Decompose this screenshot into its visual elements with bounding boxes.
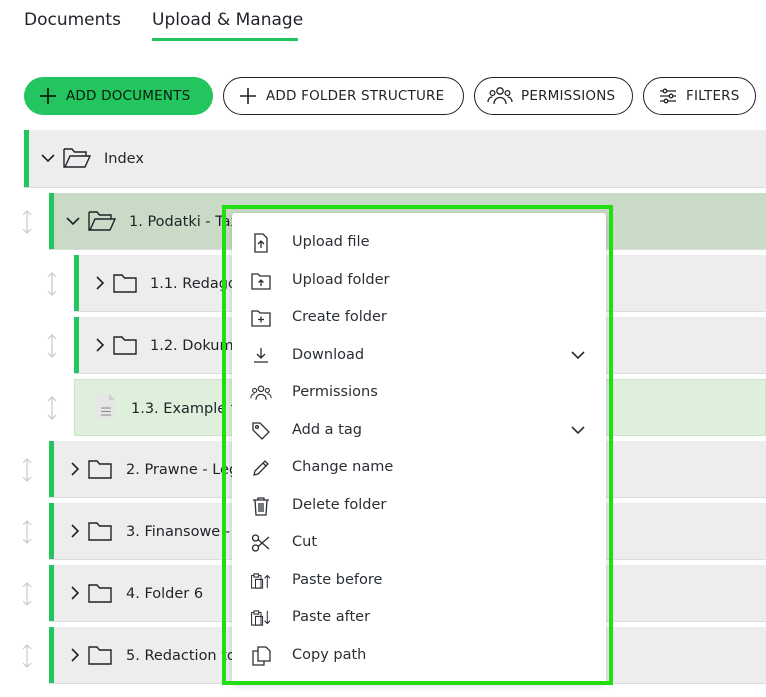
upload-folder-icon [250,270,272,292]
menu-item-delete-folder[interactable]: Delete folder [232,487,606,524]
row-accent-bar [49,627,54,683]
chevron-right-icon[interactable] [92,337,108,353]
menu-item-label: Upload file [292,234,370,250]
menu-item-download[interactable]: Download [232,337,606,374]
drag-handle-icon[interactable] [45,333,59,359]
folder-open-icon [87,209,117,233]
scissors-icon [250,532,272,554]
tree-row-label: 1.1. Redago [150,276,237,292]
row-accent-bar [74,317,79,373]
menu-item-label: Paste after [292,609,371,625]
active-tab-indicator [152,38,298,41]
folder-open-icon [62,146,92,170]
row-accent-bar [49,193,54,249]
tree-row-label: 1.2. Dokume [150,338,243,354]
row-accent-bar [49,503,54,559]
chevron-right-icon[interactable] [67,461,83,477]
chevron-down-icon[interactable] [40,150,56,166]
row-accent-bar [74,255,79,311]
row-accent-bar [49,441,54,497]
chevron-right-icon[interactable] [67,523,83,539]
filters-label: FILTERS [686,88,740,104]
menu-item-label: Delete folder [292,497,387,513]
drag-handle-icon[interactable] [20,581,34,607]
add-documents-button[interactable]: ADD DOCUMENTS [24,77,213,115]
copy-icon [250,645,272,667]
tree-row-label: 1.3. Example fi [131,401,240,417]
menu-item-label: Change name [292,459,394,475]
drag-handle-icon[interactable] [20,457,34,483]
menu-item-upload-folder[interactable]: Upload folder [232,262,606,299]
plus-icon [38,86,58,106]
permissions-button[interactable]: PERMISSIONS [474,77,633,115]
filters-button[interactable]: FILTERS [643,77,756,115]
chevron-down-icon[interactable] [570,422,586,442]
folder-icon [87,458,113,480]
drag-handle-icon[interactable] [45,271,59,297]
paste-after-icon [250,607,272,629]
tag-icon [250,420,272,442]
menu-item-label: Permissions [292,384,378,400]
document-file-icon [95,392,117,422]
menu-item-label: Download [292,347,365,363]
paste-before-icon [250,570,272,592]
tree-row-label: Index [104,151,144,167]
menu-item-change-name[interactable]: Change name [232,449,606,486]
add-folder-structure-label: ADD FOLDER STRUCTURE [266,88,445,104]
menu-item-label: Paste before [292,572,383,588]
row-accent-bar [24,130,29,187]
trash-icon [250,495,272,517]
tree-row-label: 4. Folder 6 [126,586,204,602]
chevron-right-icon[interactable] [67,647,83,663]
drag-handle-icon[interactable] [20,643,34,669]
menu-item-label: Create folder [292,309,387,325]
chevron-down-icon[interactable] [65,213,81,229]
plus-icon [238,86,258,106]
permissions-label: PERMISSIONS [521,88,616,104]
download-icon [250,345,272,367]
tree-row-label: 1. Podatki - Tax [129,214,240,230]
tree-row-index[interactable]: Index [24,130,766,188]
add-documents-label: ADD DOCUMENTS [66,88,191,104]
folder-icon [87,644,113,666]
tree-row-label: 5. Redaction to [126,648,236,664]
chevron-down-icon[interactable] [570,347,586,367]
folder-icon [87,520,113,542]
drag-handle-icon[interactable] [20,519,34,545]
tree-row-label: 3. Finansowe - F [126,524,244,540]
drag-handle-icon[interactable] [20,209,34,235]
menu-item-add-tag[interactable]: Add a tag [232,412,606,449]
menu-item-paste-after[interactable]: Paste after [232,599,606,636]
menu-item-label: Add a tag [292,422,362,438]
folder-icon [112,334,138,356]
row-accent-bar [49,565,54,621]
chevron-right-icon[interactable] [92,275,108,291]
add-folder-structure-button[interactable]: ADD FOLDER STRUCTURE [223,77,464,115]
menu-item-copy-path[interactable]: Copy path [232,637,606,674]
users-icon [250,382,272,404]
tab-upload-manage[interactable]: Upload & Manage [152,10,303,30]
menu-item-label: Cut [292,534,317,550]
tree-row-label: 2. Prawne - Leg [126,462,239,478]
menu-item-label: Copy path [292,647,367,663]
chevron-right-icon[interactable] [67,585,83,601]
pencil-icon [250,457,272,479]
menu-item-cut[interactable]: Cut [232,524,606,561]
sliders-icon [658,87,678,105]
drag-handle-icon[interactable] [45,395,59,421]
create-folder-icon [250,307,272,329]
folder-context-menu: Upload file Upload folder Create folder … [232,213,606,683]
folder-icon [87,582,113,604]
tab-bar: Documents Upload & Manage [0,0,766,50]
tab-documents[interactable]: Documents [24,10,121,30]
users-icon [487,85,513,107]
menu-item-label: Upload folder [292,272,390,288]
folder-icon [112,272,138,294]
menu-item-paste-before[interactable]: Paste before [232,562,606,599]
menu-item-permissions[interactable]: Permissions [232,374,606,411]
menu-item-upload-file[interactable]: Upload file [232,224,606,261]
upload-file-icon [250,232,272,254]
menu-item-create-folder[interactable]: Create folder [232,299,606,336]
